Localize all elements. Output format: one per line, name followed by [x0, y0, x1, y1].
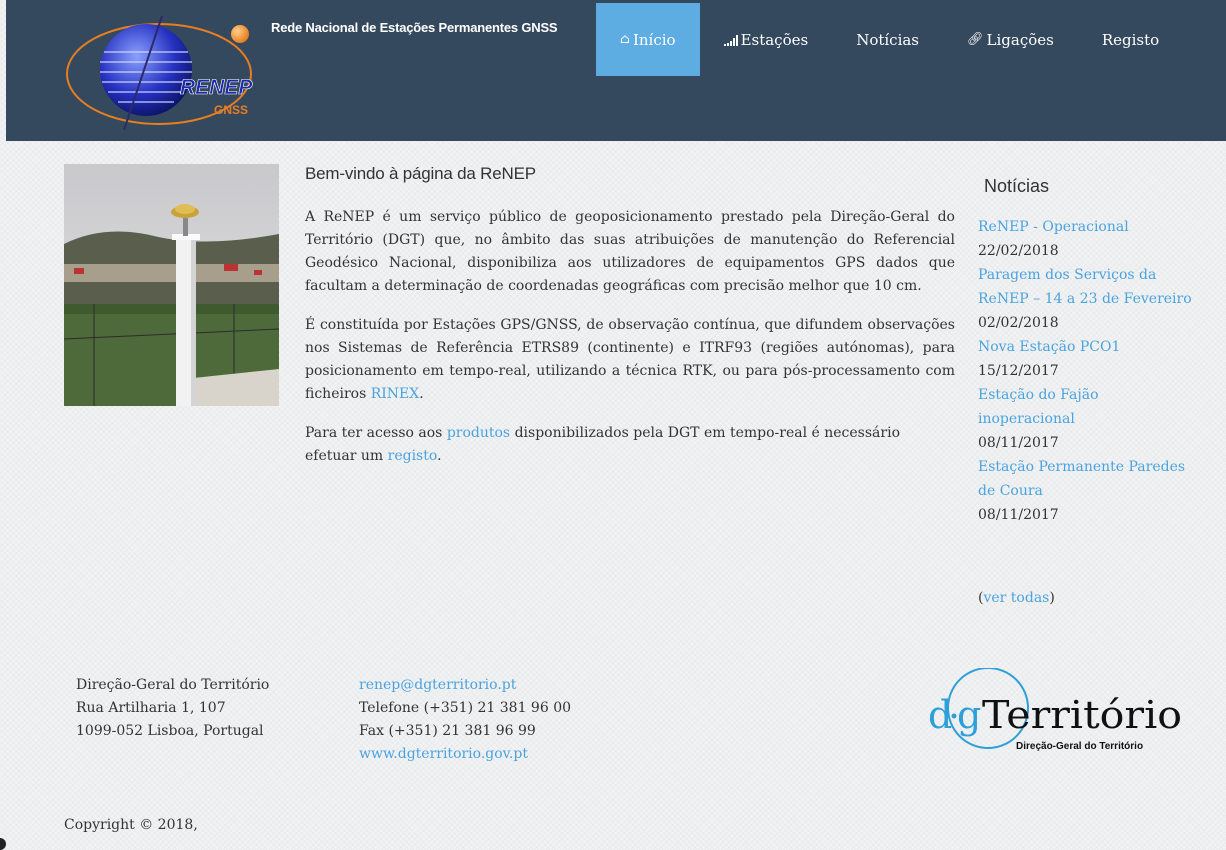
- news-title-link[interactable]: Estação do Fajão inoperacional: [978, 383, 1118, 431]
- website-link[interactable]: www.dgterritorio.gov.pt: [359, 743, 571, 766]
- nav-label: Notícias: [856, 30, 920, 49]
- news-item: Estação do Fajão inoperacional 08/11/201…: [978, 383, 1193, 455]
- footer-address: Direção-Geral do Território Rua Artilhar…: [76, 674, 269, 743]
- news-date: 08/11/2017: [978, 435, 1059, 451]
- rinex-link[interactable]: RINEX: [371, 386, 420, 402]
- nav-item-estacoes[interactable]: Estações: [700, 3, 833, 76]
- news-item: Paragem dos Serviços da ReNEP – 14 a 23 …: [978, 263, 1193, 335]
- renep-logo[interactable]: RENEP GNSS: [64, 12, 284, 132]
- produtos-link[interactable]: produtos: [447, 425, 510, 441]
- nav-item-noticias[interactable]: Notícias: [832, 3, 943, 76]
- paragraph-text: Para ter acesso aos: [305, 425, 447, 441]
- site-header: RENEP GNSS Rede Nacional de Estações Per…: [6, 0, 1226, 141]
- svg-text:g: g: [957, 693, 981, 737]
- fax-text: Fax (+351) 21 381 96 99: [359, 723, 536, 739]
- intro-section: Bem-vindo à página da ReNEP A ReNEP é um…: [305, 164, 955, 484]
- paren-close: ): [1049, 590, 1055, 606]
- see-all-link[interactable]: ver todas: [983, 590, 1049, 606]
- address-line: 1099-052 Lisboa, Portugal: [76, 723, 264, 739]
- email-link[interactable]: renep@dgterritorio.pt: [359, 674, 571, 697]
- footer-contact: renep@dgterritorio.pt Telefone (+351) 21…: [359, 674, 571, 766]
- nav-label: Estações: [740, 30, 809, 49]
- phone-text: Telefone (+351) 21 381 96 00: [359, 700, 572, 716]
- news-heading: Notícias: [984, 176, 1050, 196]
- copyright: Copyright © 2018,: [64, 817, 198, 833]
- nav-label: Início: [632, 30, 676, 49]
- svg-text:RENEP: RENEP: [180, 76, 253, 99]
- news-date: 02/02/2018: [978, 315, 1059, 331]
- nav-label: Registo: [1101, 30, 1160, 49]
- news-date: 15/12/2017: [978, 363, 1059, 379]
- link-icon: 🔗︎: [967, 32, 984, 47]
- see-all-news: (ver todas): [978, 590, 1055, 606]
- main-nav: ⌂ Início Estações Notícias 🔗︎ Ligações R…: [596, 3, 1183, 76]
- intro-paragraph: Para ter acesso aos produtos disponibili…: [305, 422, 955, 468]
- gnss-antenna-photo: [64, 164, 279, 406]
- address-line: Direção-Geral do Território: [76, 677, 270, 693]
- svg-text:Território: Território: [982, 693, 1182, 737]
- intro-paragraph: A ReNEP é um serviço público de geoposic…: [305, 209, 955, 294]
- svg-text:d: d: [928, 693, 952, 737]
- page-title: Bem-vindo à página da ReNEP: [305, 164, 536, 183]
- nav-label: Ligações: [986, 30, 1054, 49]
- news-item: ReNEP - Operacional 22/02/2018: [978, 215, 1193, 263]
- news-title-link[interactable]: Estação Permanente Paredes de Coura: [978, 455, 1193, 503]
- news-date: 22/02/2018: [978, 243, 1059, 259]
- address-line: Rua Artilharia 1, 107: [76, 700, 226, 716]
- nav-item-ligacoes[interactable]: 🔗︎ Ligações: [943, 3, 1078, 76]
- corner-mark: [0, 838, 6, 850]
- signal-icon: [723, 34, 738, 46]
- svg-text:Direção-Geral do Território: Direção-Geral do Território: [1016, 741, 1143, 752]
- registo-link[interactable]: registo: [388, 448, 437, 464]
- news-title-link[interactable]: Paragem dos Serviços da ReNEP – 14 a 23 …: [978, 263, 1193, 311]
- news-item: Nova Estação PCO1 15/12/2017: [978, 335, 1193, 383]
- news-title-link[interactable]: Nova Estação PCO1: [978, 335, 1193, 359]
- site-title: Rede Nacional de Estações Permanentes GN…: [271, 20, 558, 35]
- nav-item-registo[interactable]: Registo: [1078, 3, 1183, 76]
- intro-paragraph: É constituída por Estações GPS/GNSS, de …: [305, 314, 955, 406]
- nav-item-inicio[interactable]: ⌂ Início: [596, 3, 700, 76]
- paragraph-text: .: [419, 386, 424, 402]
- home-icon: ⌂: [620, 32, 630, 47]
- news-date: 08/11/2017: [978, 507, 1059, 523]
- news-item: Estação Permanente Paredes de Coura 08/1…: [978, 455, 1193, 527]
- dgt-logo[interactable]: d g Território Direção-Geral do Territór…: [926, 668, 1191, 768]
- paragraph-text: .: [437, 448, 442, 464]
- news-title-link[interactable]: ReNEP - Operacional: [978, 215, 1193, 239]
- svg-text:GNSS: GNSS: [214, 103, 248, 117]
- news-sidebar: Notícias ReNEP - Operacional 22/02/2018 …: [978, 176, 1193, 527]
